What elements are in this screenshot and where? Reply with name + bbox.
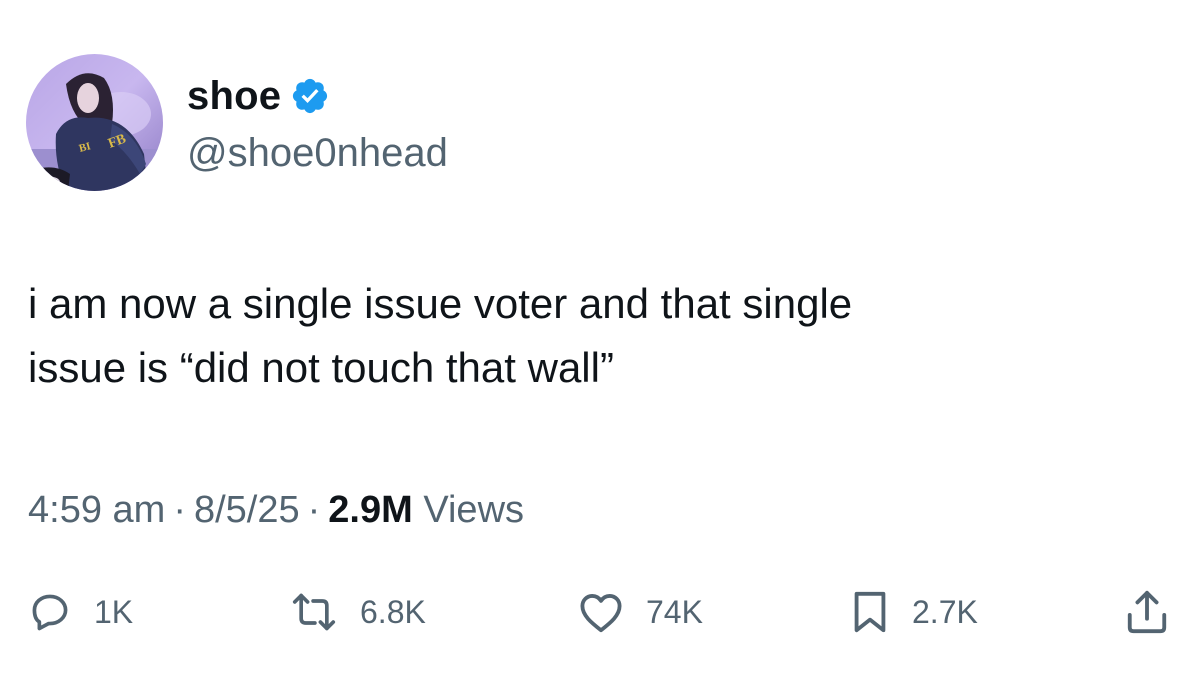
avatar[interactable]: FB BI [26,54,163,191]
user-handle[interactable]: @shoe0nhead [187,127,448,179]
views-label: Views [423,489,525,531]
tweet-time[interactable]: 4:59 am [28,489,165,531]
like-button[interactable]: 74K [578,586,703,638]
tweet-text: i am now a single issue voter and that s… [28,280,853,391]
share-icon [1127,590,1167,634]
retweet-button[interactable]: 6.8K [290,586,426,638]
author-name-row[interactable]: shoe [187,70,330,122]
retweet-icon [292,593,336,631]
display-name[interactable]: shoe [187,70,281,122]
views-count: 2.9M [328,489,413,531]
avatar-image: FB BI [26,54,163,191]
bookmark-icon [854,591,886,633]
bookmark-button[interactable]: 2.7K [850,586,978,638]
meta-separator: · [173,489,186,531]
action-bar: 1K 6.8K 74K 2.7K [0,586,1200,638]
reply-button[interactable]: 1K [28,586,133,638]
tweet-meta: 4:59 am · 8/5/25 · 2.9M Views [28,484,524,536]
reply-icon [32,594,68,631]
bookmark-count: 2.7K [912,594,978,630]
tweet-date[interactable]: 8/5/25 [194,489,300,531]
verified-badge-icon [293,78,328,114]
meta-separator: · [307,489,321,531]
like-count: 74K [646,594,703,630]
heart-icon [580,593,622,633]
reply-count: 1K [94,594,134,630]
share-button[interactable] [1124,586,1170,638]
retweet-count: 6.8K [360,594,426,630]
